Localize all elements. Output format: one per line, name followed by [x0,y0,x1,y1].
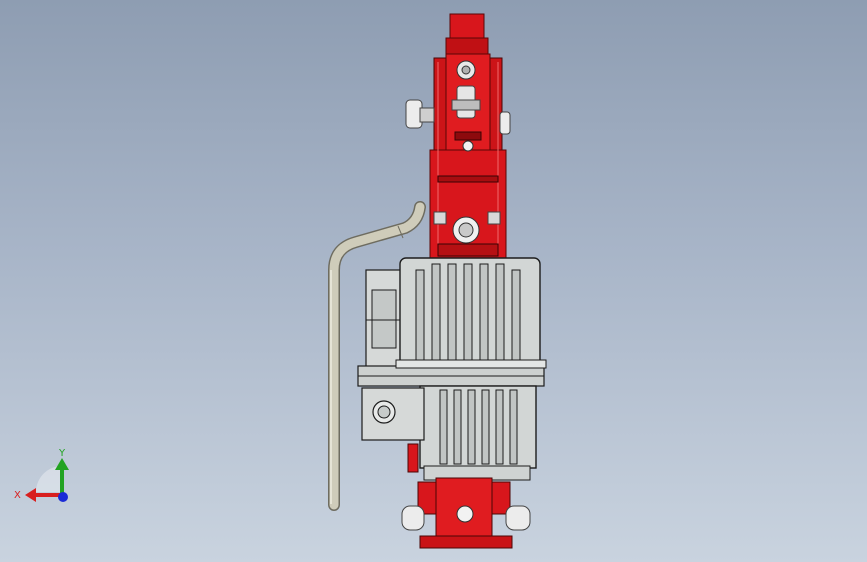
motor-housing[interactable] [357,257,547,481]
y-axis-label: Y [58,448,66,459]
x-axis-label: X [14,490,21,501]
axis-triad: Y X [14,448,69,502]
graphics-viewport[interactable]: Y X [0,0,867,562]
upper-red-arm[interactable] [405,13,511,259]
y-axis-arrow [55,458,69,470]
lower-red-clevis[interactable] [401,477,531,549]
x-axis-arrow [25,488,36,502]
z-axis-dot [58,492,68,502]
cooling-fins [415,263,521,367]
